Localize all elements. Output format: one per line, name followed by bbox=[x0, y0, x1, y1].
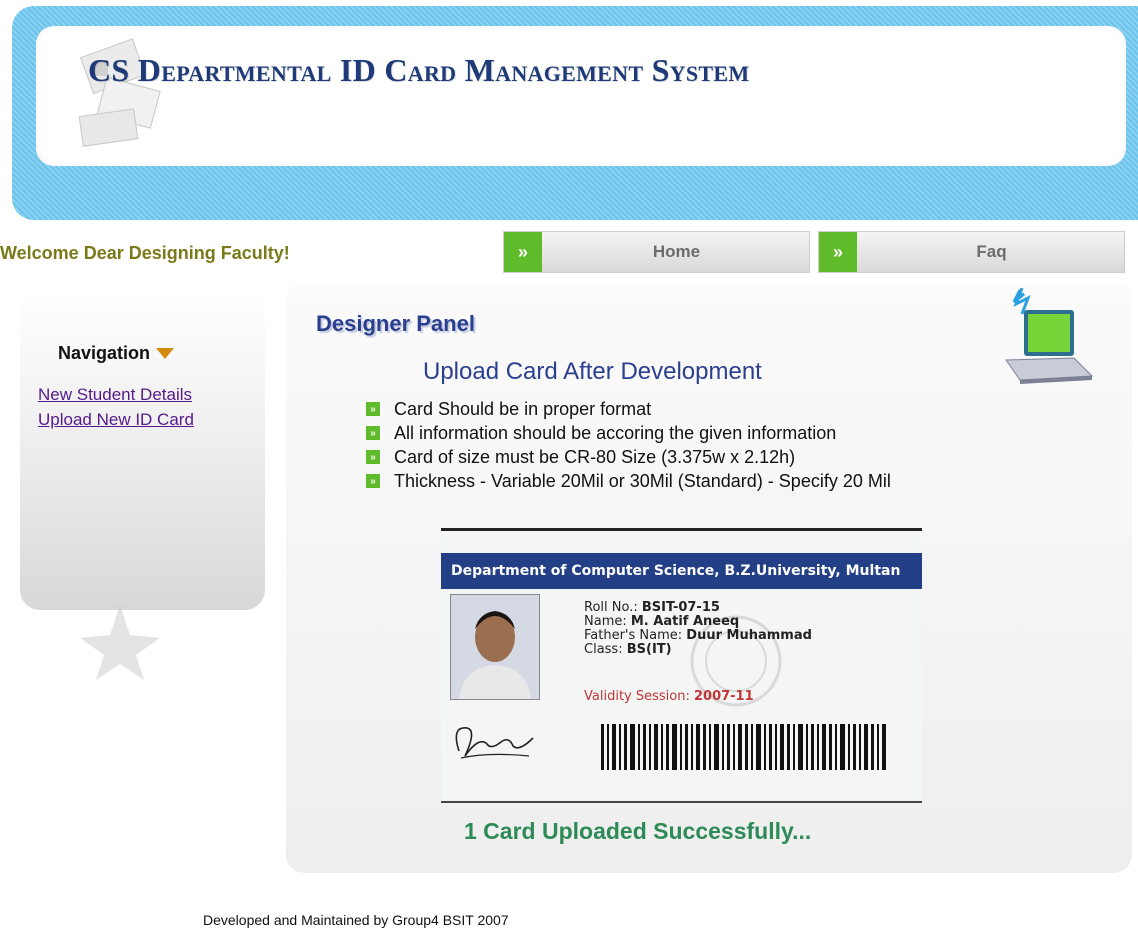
navigation-heading-label: Navigation bbox=[58, 343, 151, 363]
name-value: M. Aatif Aneeq bbox=[630, 614, 740, 629]
laptop-icon bbox=[1005, 288, 1094, 384]
rule-text: Card of size must be CR-80 Size (3.375w … bbox=[394, 446, 796, 467]
rules-list: » Card Should be in proper format » All … bbox=[366, 397, 891, 493]
list-item: » Card of size must be CR-80 Size (3.375… bbox=[366, 445, 891, 469]
list-item: » Thickness - Variable 20Mil or 30Mil (S… bbox=[366, 469, 891, 493]
site-title: CS Departmental ID Card Management Syste… bbox=[88, 52, 750, 88]
rule-text: Card Should be in proper format bbox=[394, 398, 652, 419]
id-card-header: Department of Computer Science, B.Z.Univ… bbox=[441, 553, 922, 589]
nav-tab-home[interactable]: » Home bbox=[503, 231, 810, 273]
name-label: Name: bbox=[584, 614, 627, 629]
nav-tab-faq-label: Faq bbox=[976, 242, 1007, 261]
student-photo bbox=[450, 594, 540, 700]
star-decoration-icon bbox=[80, 605, 160, 680]
validity-value: 2007-11 bbox=[693, 689, 754, 704]
roll-value: BSIT-07-15 bbox=[641, 600, 720, 615]
sidebar bbox=[20, 290, 265, 610]
class-value: BS(IT) bbox=[626, 642, 672, 657]
validity-label: Validity Session: bbox=[584, 689, 690, 704]
bullet-arrow-icon: » bbox=[366, 450, 380, 464]
sidebar-link-upload-new-id-card[interactable]: Upload New ID Card bbox=[38, 410, 194, 430]
id-card-details: Roll No.: BSIT-07-15 Name: M. Aatif Anee… bbox=[584, 601, 812, 657]
barcode-icon bbox=[601, 724, 886, 770]
id-card-preview: Department of Computer Science, B.Z.Univ… bbox=[441, 528, 922, 803]
father-label: Father's Name: bbox=[584, 628, 683, 643]
nav-tab-home-label: Home bbox=[652, 242, 701, 261]
footer-credits: Developed and Maintained by Group4 BSIT … bbox=[203, 912, 509, 928]
header-panel bbox=[36, 26, 1126, 166]
list-item: » All information should be accoring the… bbox=[366, 421, 891, 445]
chevron-right-icon: » bbox=[819, 232, 857, 272]
bullet-arrow-icon: » bbox=[366, 402, 380, 416]
class-label: Class: bbox=[584, 642, 623, 657]
nav-tab-faq[interactable]: » Faq bbox=[818, 231, 1125, 273]
navigation-heading: Navigation bbox=[58, 343, 175, 364]
signature-icon bbox=[455, 727, 534, 759]
rule-text: All information should be accoring the g… bbox=[394, 422, 837, 443]
roll-label: Roll No.: bbox=[584, 600, 638, 615]
father-value: Duur Muhammad bbox=[686, 628, 812, 643]
page-title: Designer Panel bbox=[316, 311, 475, 336]
validity-session: Validity Session: 2007-11 bbox=[584, 689, 754, 704]
triangle-down-icon bbox=[156, 348, 175, 359]
upload-heading: Upload Card After Development bbox=[423, 358, 762, 385]
upload-success-message: 1 Card Uploaded Successfully... bbox=[464, 818, 812, 844]
rule-text: Thickness - Variable 20Mil or 30Mil (Sta… bbox=[394, 470, 891, 491]
bullet-arrow-icon: » bbox=[366, 426, 380, 440]
chevron-right-icon: » bbox=[504, 232, 542, 272]
bullet-arrow-icon: » bbox=[366, 474, 380, 488]
welcome-message: Welcome Dear Designing Faculty! bbox=[0, 243, 290, 263]
sidebar-link-new-student-details[interactable]: New Student Details bbox=[38, 385, 192, 405]
list-item: » Card Should be in proper format bbox=[366, 397, 891, 421]
